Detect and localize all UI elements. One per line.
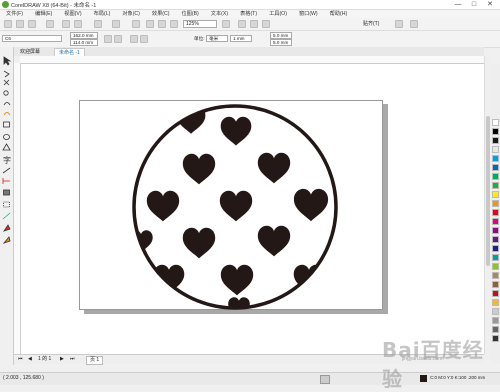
fill-swatch-icon[interactable]	[320, 375, 330, 384]
watermark-url: jingyan.baidu.com	[402, 356, 443, 362]
palette-swatch[interactable]	[492, 209, 499, 216]
palette-swatch[interactable]	[492, 173, 499, 180]
palette-swatch[interactable]	[492, 218, 499, 225]
palette-swatch[interactable]	[492, 236, 499, 243]
palette-swatch[interactable]	[492, 317, 499, 324]
palette-swatch[interactable]	[492, 191, 499, 198]
last-page-button[interactable]: ⏭	[70, 356, 75, 363]
palette-swatch[interactable]	[492, 155, 499, 162]
palette-swatch[interactable]	[492, 182, 499, 189]
palette-swatch[interactable]	[492, 281, 499, 288]
page-tab[interactable]: 页 1	[86, 356, 104, 365]
scroll-thumb[interactable]	[486, 116, 490, 266]
page-position: 1 的 1	[38, 356, 52, 362]
palette-swatch[interactable]	[492, 227, 499, 234]
palette-swatch[interactable]	[492, 299, 499, 306]
artwork-layer	[132, 104, 338, 310]
palette-swatch[interactable]	[492, 119, 499, 126]
palette-swatch[interactable]	[492, 245, 499, 252]
palette-swatch[interactable]	[492, 290, 499, 297]
palette-swatch[interactable]	[492, 164, 499, 171]
palette-swatch[interactable]	[492, 128, 499, 135]
color-palette	[491, 64, 500, 364]
next-page-button[interactable]: ▶	[60, 356, 64, 363]
palette-swatch[interactable]	[492, 263, 499, 270]
palette-swatch[interactable]	[492, 326, 499, 333]
palette-swatch[interactable]	[492, 200, 499, 207]
palette-swatch[interactable]	[492, 308, 499, 315]
first-page-button[interactable]: ⏮	[18, 356, 23, 363]
vertical-scrollbar[interactable]	[484, 56, 491, 354]
palette-swatch[interactable]	[492, 254, 499, 261]
palette-swatch[interactable]	[492, 137, 499, 144]
palette-swatch[interactable]	[492, 272, 499, 279]
cursor-coordinates: ( 2.003 , 125.680 )	[3, 375, 44, 381]
prev-page-button[interactable]: ◀	[28, 356, 32, 363]
watermark-logo: Bai百度经验	[382, 338, 484, 391]
palette-swatch[interactable]	[492, 146, 499, 153]
